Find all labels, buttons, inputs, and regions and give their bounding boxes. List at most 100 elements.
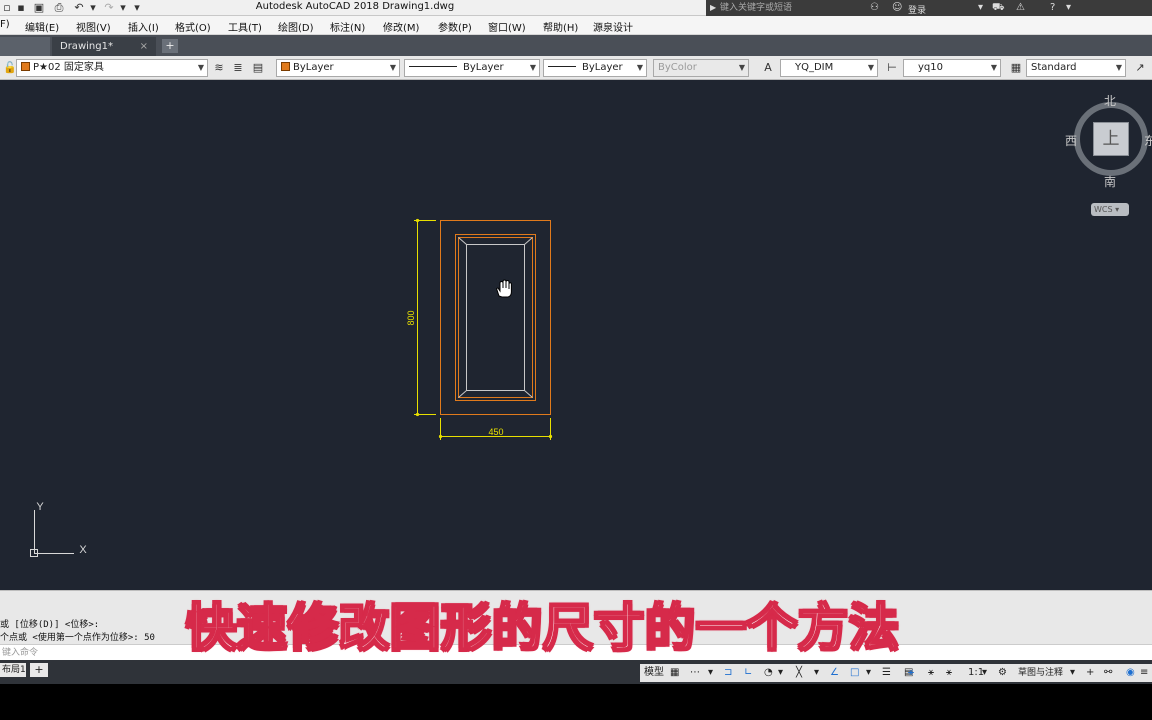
- layer-select[interactable]: P★02 固定家具 ▼: [16, 59, 208, 77]
- lineweight-icon[interactable]: ☰: [882, 666, 891, 680]
- units-icon[interactable]: ⚯: [1104, 666, 1112, 680]
- viewcube[interactable]: 上 北 南 西 东: [1065, 94, 1152, 189]
- text-style-icon[interactable]: A: [760, 60, 776, 76]
- menu-help[interactable]: 帮助(H): [543, 19, 578, 34]
- infer-constraints-icon[interactable]: ⊐: [724, 666, 732, 680]
- quick-properties-icon[interactable]: ◉: [1126, 666, 1135, 680]
- menu-parametric[interactable]: 参数(P): [438, 19, 472, 34]
- model-space-button[interactable]: 模型: [644, 666, 664, 680]
- door-outer-frame[interactable]: [440, 220, 551, 415]
- drawing-canvas[interactable]: 800 450 Y X: [0, 80, 1152, 590]
- menu-insert[interactable]: 插入(I): [128, 19, 159, 34]
- linetype-select[interactable]: ByLayer ▼: [404, 59, 540, 77]
- menu-yuanquan[interactable]: 源泉设计: [593, 19, 633, 34]
- snap-icon[interactable]: ⋯: [690, 666, 700, 680]
- dimension-style-icon[interactable]: ⊢: [884, 60, 900, 76]
- customize-status-icon[interactable]: ≡: [1140, 666, 1148, 680]
- search-expand-icon[interactable]: ▶: [710, 0, 716, 16]
- annotation-scale-icon[interactable]: ⚹: [946, 666, 952, 680]
- menu-view[interactable]: 视图(V): [76, 19, 111, 34]
- status-bar: 布局1 + 模型 ▦ ⋯ ▾ ⊐ ∟ ◔ ▾ ╳ ▾ ∠ □ ▾ ☰ ▤ ⚹ ⚹…: [0, 660, 1152, 684]
- tablestyle-select[interactable]: Standard ▼: [1026, 59, 1126, 77]
- close-tab-icon[interactable]: ×: [140, 37, 148, 56]
- dimstyle-select[interactable]: YQ_DIM ▼: [780, 59, 878, 77]
- help-icon[interactable]: ?: [1050, 2, 1055, 13]
- isodraft-icon[interactable]: ╳: [796, 666, 802, 680]
- viewcube-top-face[interactable]: 上: [1093, 122, 1129, 156]
- file-tab-bar: Drawing1* × +: [0, 35, 1152, 56]
- compass-east[interactable]: 东: [1144, 132, 1152, 149]
- osnap-dropdown-icon[interactable]: ▾: [866, 666, 871, 680]
- menu-window[interactable]: 窗口(W): [488, 19, 526, 34]
- layer-previous-icon[interactable]: ▤: [250, 60, 266, 76]
- status-tray: 模型 ▦ ⋯ ▾ ⊐ ∟ ◔ ▾ ╳ ▾ ∠ □ ▾ ☰ ▤ ⚹ ⚹ ⚹ 1:1…: [640, 664, 1152, 682]
- menu-modify[interactable]: 修改(M): [383, 19, 419, 34]
- multileader-style-icon[interactable]: ↗: [1132, 60, 1148, 76]
- plotstyle-select: ByColor ▼: [653, 59, 749, 77]
- chevron-down-icon: ▼: [990, 63, 997, 72]
- tab-layout1[interactable]: 布局1: [0, 663, 26, 677]
- pan-hand-cursor-icon: [496, 279, 512, 298]
- annotation-visibility-icon[interactable]: ⚹: [908, 666, 914, 680]
- compass-west[interactable]: 西: [1065, 132, 1077, 149]
- letterbox-bar: [0, 684, 1152, 720]
- scale-dropdown-icon[interactable]: ▾: [982, 666, 987, 680]
- window-title: Autodesk AutoCAD 2018 Drawing1.dwg: [255, 1, 455, 12]
- workspace-gear-icon[interactable]: ⚙: [998, 666, 1007, 680]
- menu-tools[interactable]: 工具(T): [228, 19, 262, 34]
- user-icon[interactable]: ☺: [892, 2, 902, 13]
- compass-south[interactable]: 南: [1104, 173, 1116, 190]
- color-select[interactable]: ByLayer ▼: [276, 59, 400, 77]
- door-panel-middle[interactable]: [458, 237, 533, 398]
- lineweight-select[interactable]: ByLayer ▼: [543, 59, 647, 77]
- grid-icon[interactable]: ▦: [670, 666, 679, 680]
- layer-properties-icon[interactable]: ≋: [211, 60, 227, 76]
- chevron-down-icon: ▼: [1115, 63, 1122, 72]
- isodraft-dropdown-icon[interactable]: ▾: [814, 666, 819, 680]
- menu-format[interactable]: 格式(O): [175, 19, 211, 34]
- object-snap-icon[interactable]: □: [850, 666, 859, 680]
- lineweight-sample: [548, 66, 576, 67]
- exchange-icon[interactable]: ⚠: [1016, 2, 1025, 13]
- color-swatch: [281, 62, 290, 71]
- autoscale-icon[interactable]: ⚹: [928, 666, 934, 680]
- textstyle-select[interactable]: yq10 ▼: [903, 59, 1001, 77]
- chevron-down-icon: ▼: [389, 63, 396, 72]
- annotation-monitor-icon[interactable]: +: [1086, 666, 1094, 680]
- workspace-select[interactable]: 草图与注释: [1018, 666, 1063, 680]
- add-layout-button[interactable]: +: [30, 663, 48, 677]
- binoculars-icon[interactable]: ⚇: [870, 2, 879, 13]
- menu-file[interactable]: F): [0, 19, 10, 30]
- workspace-dropdown-icon[interactable]: ▾: [1070, 666, 1075, 680]
- tab-start[interactable]: [0, 37, 50, 56]
- make-current-icon[interactable]: ≣: [230, 60, 246, 76]
- title-bar: ▫ ▪ ▣ ⎙ ↶ ▾ ↷ ▾ ▾ Autodesk AutoCAD 2018 …: [0, 0, 1152, 16]
- polar-tracking-icon[interactable]: ◔: [764, 666, 773, 680]
- menu-edit[interactable]: 编辑(E): [25, 19, 59, 34]
- bevel-line-tl: [458, 237, 467, 245]
- compass-north[interactable]: 北: [1104, 92, 1116, 109]
- new-tab-button[interactable]: +: [162, 39, 178, 53]
- wcs-menu[interactable]: WCS ▾: [1091, 203, 1129, 216]
- menu-draw[interactable]: 绘图(D): [278, 19, 314, 34]
- chevron-down-icon: ▼: [197, 63, 204, 72]
- menu-dimension[interactable]: 标注(N): [330, 19, 365, 34]
- ortho-icon[interactable]: ∟: [744, 666, 752, 680]
- search-input[interactable]: ▶ 键入关键字或短语: [706, 0, 868, 16]
- snap-dropdown-icon[interactable]: ▾: [708, 666, 713, 680]
- login-link[interactable]: 登录: [908, 3, 926, 16]
- cart-icon[interactable]: ⛟: [992, 2, 1005, 15]
- tab-drawing1[interactable]: Drawing1* ×: [52, 37, 156, 56]
- table-style-icon[interactable]: ▦: [1008, 60, 1024, 76]
- ucs-icon: [30, 510, 74, 557]
- help-dropdown-icon[interactable]: ▾: [1066, 2, 1071, 13]
- video-subtitle: 快速修改图形的尺寸的一个方法: [185, 598, 900, 658]
- door-panel-inner[interactable]: [466, 244, 525, 391]
- door-panel-outer[interactable]: [455, 234, 536, 401]
- object-snap-tracking-icon[interactable]: ∠: [830, 666, 839, 680]
- polar-dropdown-icon[interactable]: ▾: [778, 666, 783, 680]
- command-history-line: 或 [位移(D)] <位移>:: [0, 620, 100, 630]
- dimension-height[interactable]: [414, 218, 436, 417]
- chevron-down-icon: ▼: [636, 63, 643, 72]
- login-dropdown-icon[interactable]: ▾: [978, 2, 983, 13]
